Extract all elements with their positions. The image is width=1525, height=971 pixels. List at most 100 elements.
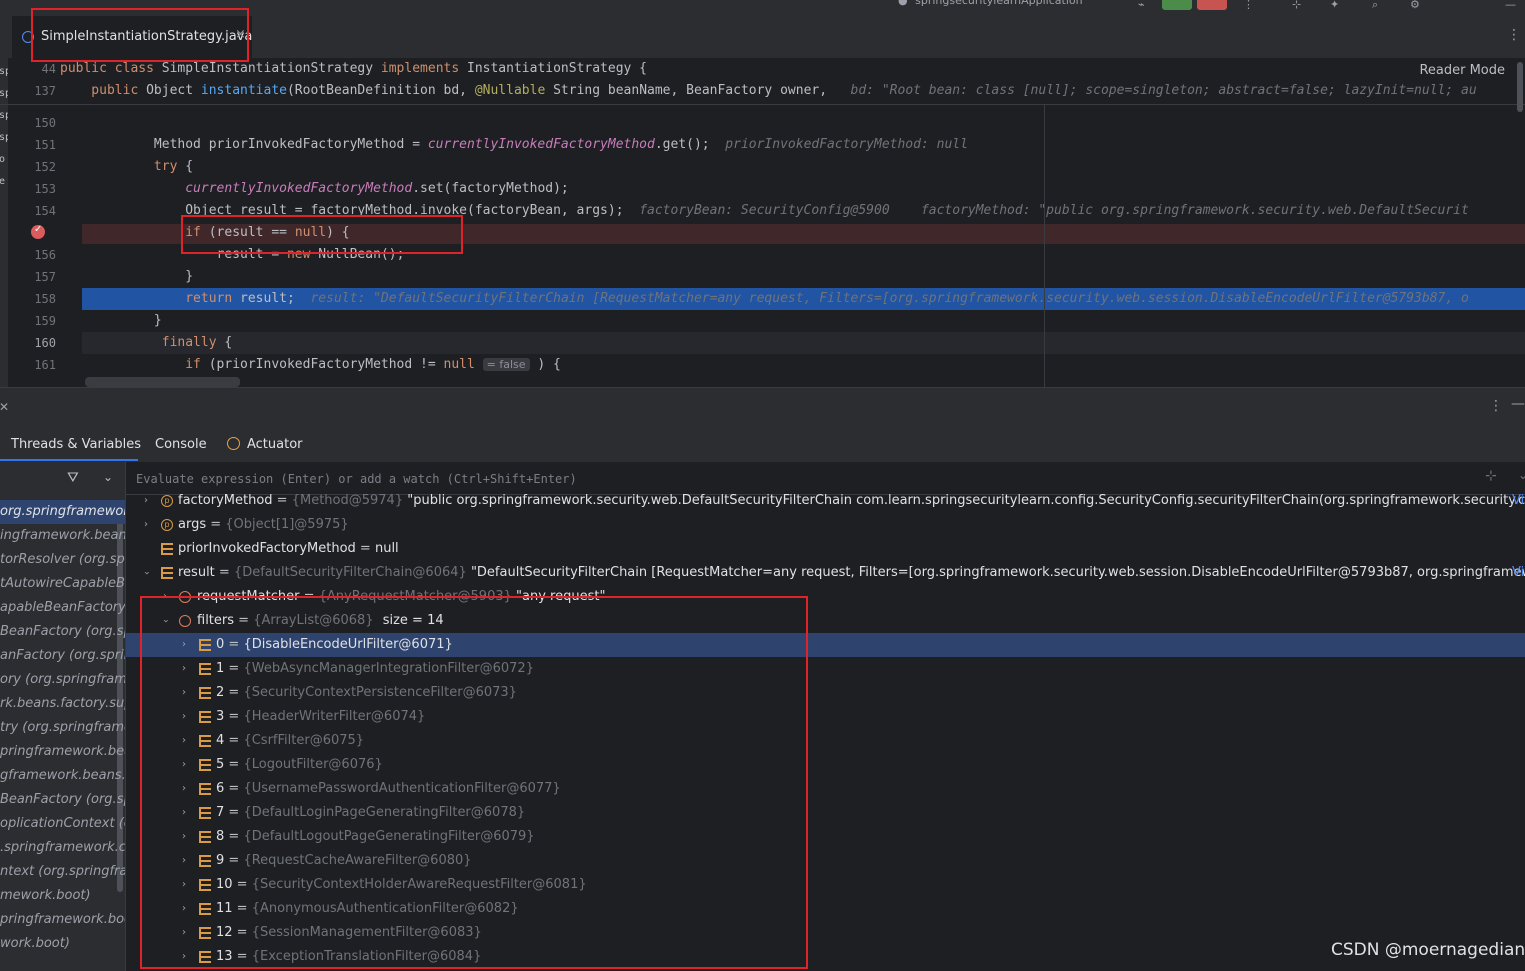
parameter-icon: p: [161, 495, 173, 507]
code-line[interactable]: return result; result: "DefaultSecurityF…: [60, 288, 1469, 310]
code-line[interactable]: public Object instantiate(RootBeanDefini…: [60, 80, 1477, 102]
code-token: result;: [240, 291, 311, 306]
tab-more-icon[interactable]: ⋮: [1507, 27, 1521, 43]
add-watch-icon[interactable]: ⊹: [1485, 468, 1497, 484]
caret-line-highlight: [82, 332, 1525, 354]
frame-item[interactable]: mework.boot): [0, 884, 91, 908]
frames-list[interactable]: ⛛ ⌄ org.springframework.ingframework.bea…: [0, 462, 126, 971]
local-variable-icon: [161, 567, 173, 579]
annotation-box-filters: [140, 596, 808, 969]
var-row-prior-invoked[interactable]: priorInvokedFactoryMethod = null: [126, 537, 1525, 561]
hide-panel-icon[interactable]: —: [1511, 396, 1525, 412]
var-row-factory-method[interactable]: › p factoryMethod = {Method@5974} "publi…: [126, 489, 1525, 513]
var-value: "public org.springframework.security.web…: [407, 493, 1525, 508]
code-line[interactable]: Method priorInvokedFactoryMethod = curre…: [60, 134, 968, 156]
code-token: (RootBeanDefinition bd,: [286, 83, 475, 98]
more-actions-icon[interactable]: ⋮: [1243, 0, 1254, 10]
debug-panel-header: ✕ ⋮ —: [0, 387, 1525, 428]
frame-item[interactable]: ingframework.beans.: [0, 524, 125, 548]
parameter-icon: p: [161, 519, 173, 531]
var-name: result: [178, 565, 215, 580]
frame-item[interactable]: tAutowireCapableBea: [0, 572, 125, 596]
run-config-icon: ●: [898, 0, 908, 7]
expand-arrow-icon[interactable]: ›: [140, 489, 152, 513]
chevron-down-icon[interactable]: ⌄: [1518, 468, 1525, 482]
tab-threads-variables[interactable]: Threads & Variables: [11, 437, 141, 452]
line-number: 154: [34, 204, 56, 218]
run-config-selector[interactable]: ● springsecuritylearnApplication: [898, 0, 1083, 6]
frame-item[interactable]: pringframework.boot.: [0, 908, 125, 932]
frame-item[interactable]: org.springframework.: [0, 500, 125, 524]
code-line[interactable]: if (priorInvokedFactoryMethod != null = …: [60, 354, 561, 376]
frame-item[interactable]: torResolver (org.spri: [0, 548, 125, 572]
code-token: Method priorInvokedFactoryMethod =: [60, 137, 428, 152]
add-user-icon[interactable]: ⊹: [1292, 0, 1301, 10]
line-number-gutter[interactable]: 44 137 150 151 152 153 154 156 157 158 159 160 161: [8, 58, 60, 387]
expand-arrow-icon[interactable]: ›: [140, 513, 152, 537]
view-link[interactable]: Vi: [1512, 489, 1524, 513]
code-token: finally: [161, 335, 225, 350]
stop-button[interactable]: [1197, 0, 1227, 10]
code-line[interactable]: finally {: [60, 332, 232, 354]
frame-item[interactable]: .springframework.con: [0, 836, 125, 860]
sticky-lines-separator: [0, 104, 1525, 105]
code-token: @Nullable: [474, 83, 554, 98]
frame-item[interactable]: BeanFactory (org.spri: [0, 788, 125, 812]
inline-value-hint: = false: [482, 358, 530, 371]
code-token: .set(factoryMethod);: [412, 181, 569, 196]
code-token: if: [185, 357, 209, 372]
frame-item[interactable]: BeanFactory (org.spr: [0, 620, 125, 644]
line-number: 158: [34, 292, 56, 306]
panel-options-icon[interactable]: ⋮: [1489, 398, 1503, 414]
line-number: 152: [34, 160, 56, 174]
code-line[interactable]: try {: [60, 156, 193, 178]
ai-assistant-icon[interactable]: ✦: [1330, 0, 1339, 10]
frame-item[interactable]: rk.beans.factory.supp: [0, 692, 125, 716]
view-link[interactable]: Vi: [1512, 561, 1524, 585]
tab-console[interactable]: Console: [155, 437, 207, 452]
frame-item[interactable]: pringframework.beans: [0, 740, 125, 764]
close-panel-icon[interactable]: ✕: [0, 400, 9, 414]
code-token: Object: [146, 83, 201, 98]
bug-icon[interactable]: ⌁: [1138, 0, 1145, 10]
code-token: currentlyInvokedFactoryMethod: [185, 181, 413, 196]
right-margin-guide: [1044, 105, 1045, 387]
frame-item[interactable]: try (org.springframew: [0, 716, 125, 740]
filter-icon[interactable]: ⛛: [67, 470, 79, 486]
project-panel-text: sp: [0, 66, 8, 77]
annotation-box-if-null: [181, 215, 463, 254]
project-panel-text: sp: [0, 110, 8, 121]
line-number: 160: [34, 336, 56, 350]
frame-item[interactable]: gframework.beans.fa: [0, 764, 125, 788]
code-line[interactable]: currentlyInvokedFactoryMethod.set(factor…: [60, 178, 569, 200]
frame-item[interactable]: work.boot): [0, 932, 70, 956]
code-line[interactable]: }: [60, 310, 162, 332]
var-name: factoryMethod: [178, 493, 273, 508]
minimize-icon[interactable]: —: [1505, 0, 1516, 10]
annotation-box-tab: [31, 8, 249, 62]
code-line[interactable]: }: [60, 266, 193, 288]
code-token: bd: "Root bean: class [null]; scope=sing…: [850, 83, 1477, 98]
tab-actuator[interactable]: Actuator: [247, 437, 303, 452]
chevron-down-icon[interactable]: ⌄: [103, 470, 113, 484]
frame-item[interactable]: anFactory (org.spring: [0, 644, 125, 668]
reader-mode-toggle[interactable]: Reader Mode: [1419, 63, 1505, 78]
evaluate-expression-input[interactable]: [134, 468, 1468, 490]
var-row-result[interactable]: › result = {DefaultSecurityFilterChain@6…: [126, 561, 1525, 585]
horizontal-scrollbar[interactable]: [85, 377, 240, 387]
var-row-args[interactable]: › p args = {Object[1]@5975}: [126, 513, 1525, 537]
debug-run-button[interactable]: [1162, 0, 1192, 10]
expanded-arrow-icon[interactable]: ›: [134, 567, 158, 579]
settings-gear-icon[interactable]: ⚙: [1410, 0, 1420, 10]
frame-item[interactable]: ntext (org.springframe: [0, 860, 125, 884]
project-panel-edge[interactable]: sp sp sp sp oe: [0, 58, 8, 387]
frame-item[interactable]: ory (org.springframe: [0, 668, 125, 692]
vertical-scrollbar[interactable]: [1517, 62, 1523, 112]
project-panel-text: o: [0, 154, 6, 165]
frame-item[interactable]: apableBeanFactory (o: [0, 596, 125, 620]
code-token: InstantiationStrategy {: [467, 61, 648, 76]
frame-item[interactable]: oplicationContext (org: [0, 812, 125, 836]
search-icon[interactable]: ⌕: [1372, 0, 1378, 10]
line-number: 153: [34, 182, 56, 196]
